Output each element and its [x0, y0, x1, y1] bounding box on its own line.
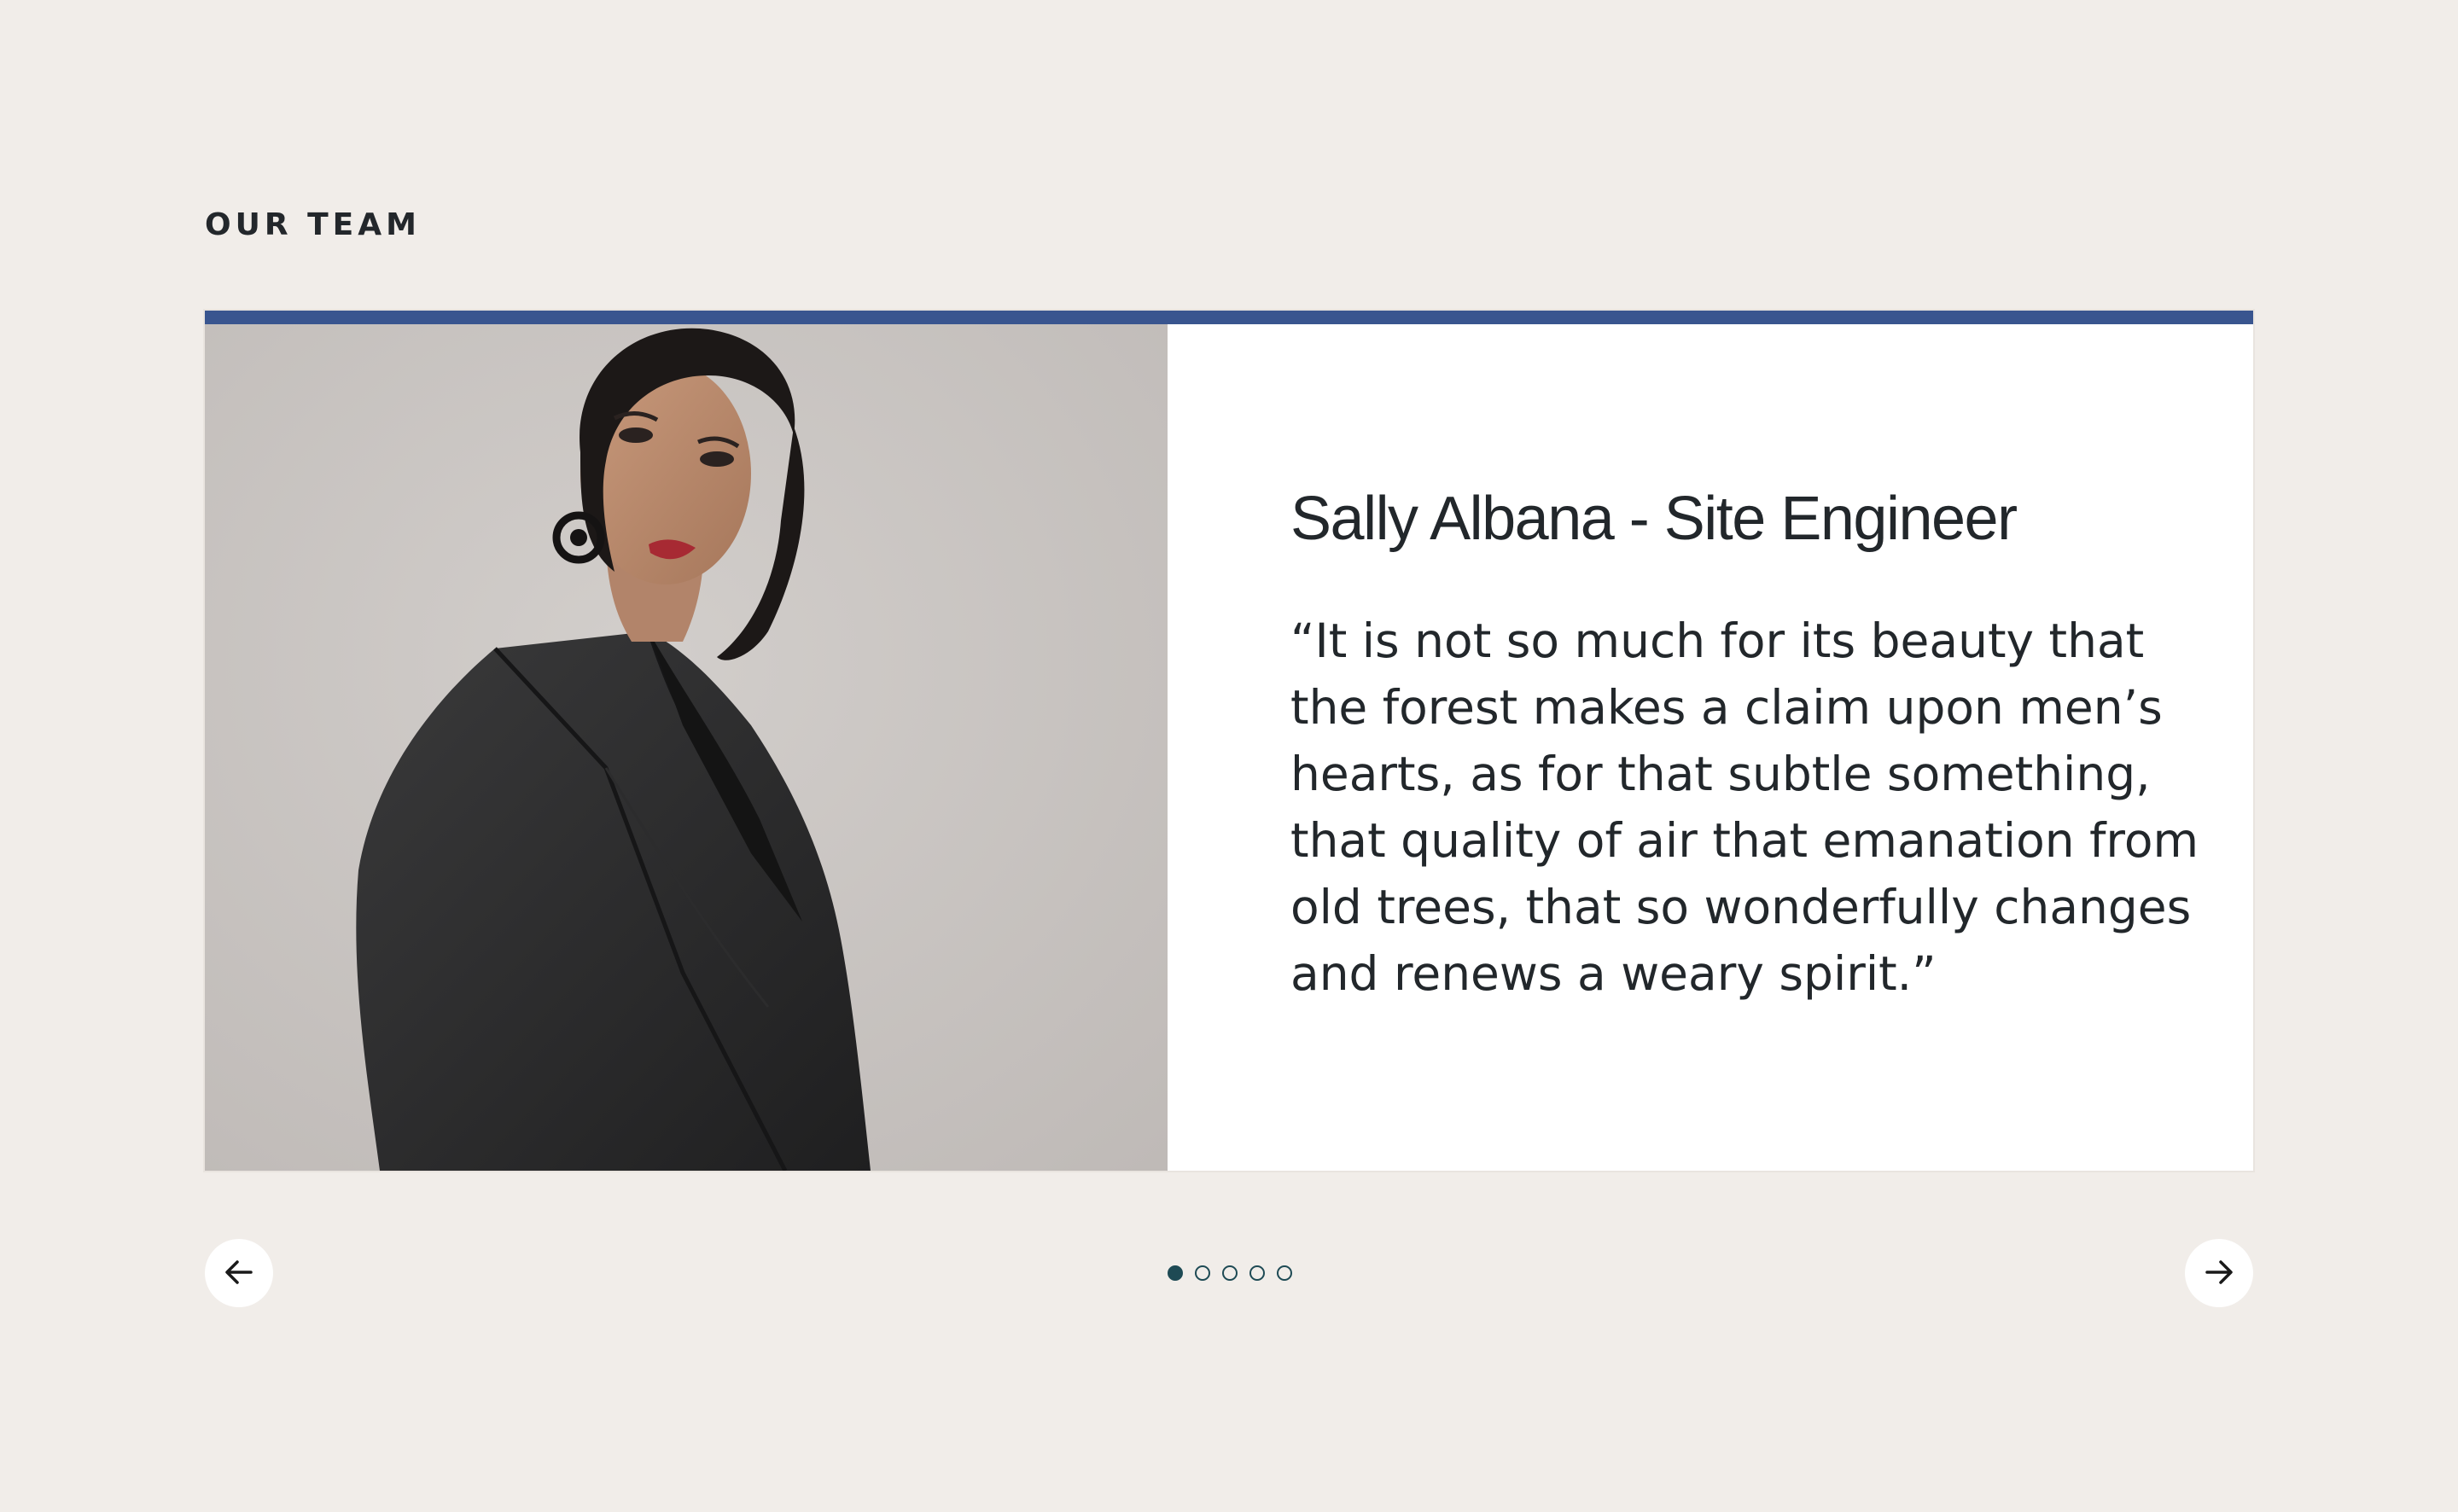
section-title: OUR TEAM — [205, 207, 421, 242]
slide-dot[interactable] — [1168, 1265, 1183, 1281]
previous-slide-button[interactable] — [205, 1239, 273, 1307]
arrow-left-icon — [222, 1255, 256, 1292]
team-member-card: Sally Albana - Site Engineer “It is not … — [205, 311, 2253, 1171]
slide-dot[interactable] — [1249, 1265, 1265, 1281]
next-slide-button[interactable] — [2185, 1239, 2253, 1307]
slide-dot[interactable] — [1222, 1265, 1238, 1281]
card-accent-bar — [205, 311, 2253, 324]
team-member-name: Sally Albana - Site Engineer — [1290, 485, 2018, 553]
carousel-controls — [205, 1239, 2253, 1307]
slide-dot[interactable] — [1277, 1265, 1292, 1281]
testimonial-text: Sally Albana - Site Engineer “It is not … — [1290, 481, 2212, 1007]
team-member-quote: “It is not so much for its beauty that t… — [1290, 614, 2199, 1001]
team-member-photo — [205, 324, 1168, 1171]
slide-indicators — [1168, 1239, 1292, 1307]
slide-dot[interactable] — [1195, 1265, 1210, 1281]
arrow-right-icon — [2202, 1255, 2236, 1292]
